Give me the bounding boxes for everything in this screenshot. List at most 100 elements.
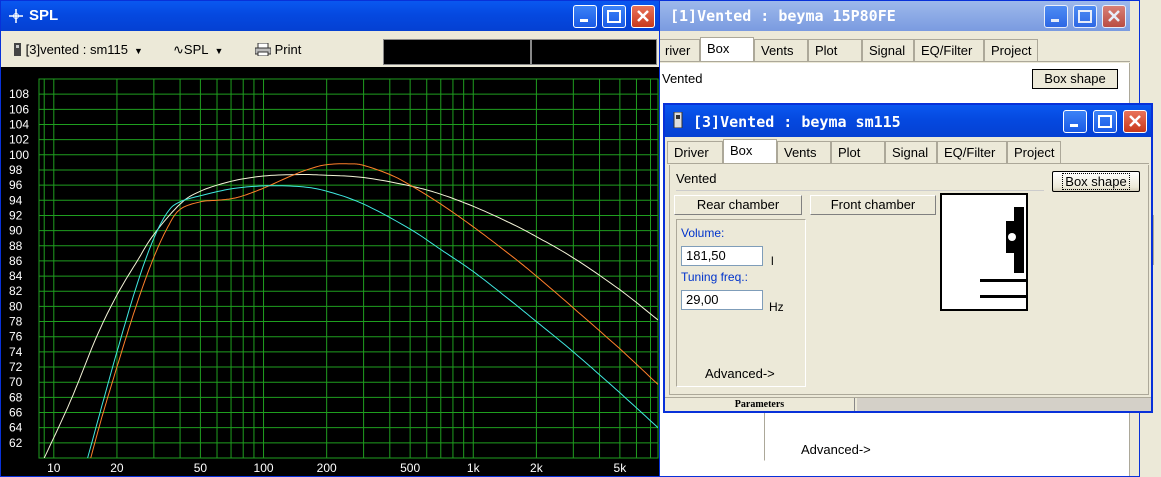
back-tab-plot[interactable]: Plot	[808, 39, 862, 61]
spl-title: SPL	[29, 7, 59, 24]
x-tick-label: 2k	[530, 461, 544, 475]
back-tab-project[interactable]: Project	[984, 39, 1038, 61]
front-minimize-button[interactable]	[1063, 110, 1087, 133]
driver-select[interactable]: [3]vented : sm115 ▼	[13, 42, 143, 57]
chamber-params-panel: Volume: 181,50 l Tuning freq.: 29,00 Hz …	[676, 219, 806, 387]
maximize-button[interactable]	[602, 5, 626, 28]
y-tick-label: 74	[9, 345, 23, 359]
maximize-icon	[607, 10, 621, 23]
dropdown-arrow-icon[interactable]: ▼	[214, 46, 223, 56]
tuning-freq-input[interactable]: 29,00	[681, 290, 763, 310]
vent-port-icon	[980, 295, 1026, 298]
y-tick-label: 80	[9, 299, 23, 313]
y-tick-label: 94	[9, 193, 23, 207]
printer-icon	[254, 42, 272, 57]
status-parameters: Parameters	[665, 398, 855, 411]
rear-chamber-button[interactable]: Rear chamber	[674, 195, 802, 215]
back-tab-driver[interactable]: river	[660, 39, 700, 61]
minimize-icon	[580, 19, 588, 22]
back-maximize-button[interactable]	[1073, 5, 1097, 28]
front-tab-box[interactable]: Box	[723, 139, 777, 163]
y-tick-label: 72	[9, 360, 23, 374]
y-tick-label: 66	[9, 406, 23, 420]
front-tab-project[interactable]: Project	[1007, 141, 1061, 163]
front-tab-driver[interactable]: Driver	[667, 141, 723, 163]
front-tab-signal[interactable]: Signal	[885, 141, 937, 163]
spl-chart[interactable]: 6264666870727476788082848688909294969810…	[1, 67, 660, 477]
speaker-icon	[14, 43, 21, 56]
y-tick-label: 102	[9, 133, 29, 147]
front-status-bar: Parameters	[665, 397, 1151, 411]
front-tab-plot[interactable]: Plot	[831, 141, 885, 163]
back-advanced-link[interactable]: Advanced->	[801, 442, 871, 457]
close-button[interactable]	[631, 5, 655, 28]
curve-select[interactable]: ∿SPL ▼	[173, 42, 223, 58]
volume-input[interactable]: 181,50	[681, 246, 763, 266]
back-titlebar[interactable]: [1]Vented : beyma 15P80FE	[660, 1, 1139, 31]
y-tick-label: 96	[9, 178, 23, 192]
readout-box-2	[531, 39, 657, 65]
close-icon	[637, 10, 649, 22]
front-close-button[interactable]	[1123, 110, 1147, 133]
front-tab-vents[interactable]: Vents	[777, 141, 831, 163]
spl-titlebar[interactable]: SPL	[1, 1, 659, 31]
vent-port-icon	[980, 279, 1026, 282]
close-icon	[1129, 115, 1141, 127]
back-box-type: Vented	[662, 71, 703, 86]
front-driver-window: [3]Vented : beyma sm115 Driver Box Vents…	[663, 103, 1153, 413]
back-tabs: river Box Vents Plot Signal EQ/Filter Pr…	[660, 37, 1130, 63]
print-button[interactable]: Print	[254, 42, 302, 57]
minimize-button[interactable]	[573, 5, 597, 28]
back-tab-eqfilter[interactable]: EQ/Filter	[914, 39, 984, 61]
chart-background	[1, 67, 659, 476]
spl-toolbar: [3]vented : sm115 ▼ ∿SPL ▼ Print	[5, 37, 657, 65]
y-tick-label: 86	[9, 254, 23, 268]
advanced-link[interactable]: Advanced->	[705, 366, 775, 381]
volume-label: Volume:	[681, 226, 725, 240]
back-close-button[interactable]	[1102, 5, 1126, 28]
y-tick-label: 100	[9, 148, 29, 162]
maximize-icon	[1098, 115, 1112, 128]
y-tick-label: 92	[9, 208, 23, 222]
back-tab-signal[interactable]: Signal	[862, 39, 914, 61]
crosshair-icon	[9, 9, 23, 23]
y-tick-label: 78	[9, 315, 23, 329]
x-tick-label: 200	[317, 461, 337, 475]
back-minimize-button[interactable]	[1044, 5, 1068, 28]
back-box-shape-button[interactable]: Box shape	[1032, 69, 1118, 89]
x-tick-label: 10	[47, 461, 61, 475]
back-tab-vents[interactable]: Vents	[754, 39, 808, 61]
tuning-freq-label: Tuning freq.:	[681, 270, 748, 284]
front-maximize-button[interactable]	[1093, 110, 1117, 133]
front-titlebar[interactable]: [3]Vented : beyma sm115	[665, 105, 1151, 137]
front-box-panel: Vented Box shape Rear chamber Front cham…	[669, 165, 1149, 395]
y-tick-label: 90	[9, 224, 23, 238]
x-tick-label: 1k	[467, 461, 481, 475]
front-box-type: Vented	[676, 171, 1044, 191]
y-tick-label: 64	[9, 421, 23, 435]
back-tab-box[interactable]: Box	[700, 37, 754, 61]
front-box-shape-button[interactable]: Box shape	[1052, 171, 1140, 192]
y-tick-label: 76	[9, 330, 23, 344]
spl-window: SPL [3]vented : sm115 ▼ ∿SPL ▼ Print 62 64 6…	[0, 0, 660, 477]
print-label: Print	[274, 42, 302, 57]
box-shape-label: Box shape	[1062, 173, 1130, 190]
y-tick-label: 108	[9, 87, 29, 101]
front-title: [3]Vented : beyma sm115	[693, 113, 901, 131]
minimize-icon	[1070, 124, 1078, 127]
y-tick-label: 88	[9, 239, 23, 253]
dropdown-arrow-icon[interactable]: ▼	[134, 46, 143, 56]
x-tick-label: 50	[194, 461, 208, 475]
front-tab-eqfilter[interactable]: EQ/Filter	[937, 141, 1007, 163]
box-shape-preview	[940, 193, 1028, 311]
maximize-icon	[1078, 10, 1092, 23]
front-chamber-button[interactable]: Front chamber	[810, 195, 936, 215]
x-tick-label: 5k	[614, 461, 628, 475]
y-tick-label: 84	[9, 269, 23, 283]
x-tick-label: 20	[110, 461, 124, 475]
sine-wave-icon: ∿	[173, 42, 184, 57]
x-tick-label: 100	[254, 461, 274, 475]
speaker-icon	[673, 112, 683, 128]
y-tick-label: 104	[9, 117, 29, 131]
y-tick-label: 98	[9, 163, 23, 177]
